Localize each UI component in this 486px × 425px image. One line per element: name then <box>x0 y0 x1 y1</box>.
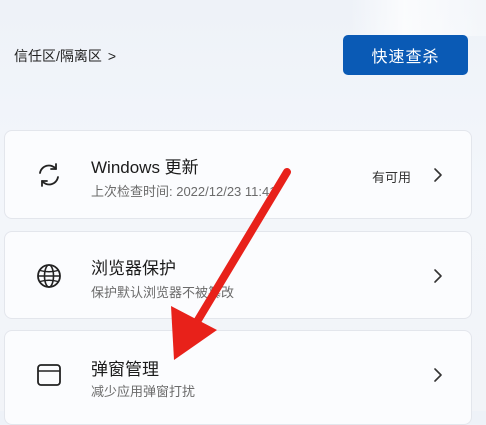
card-title: 弹窗管理 <box>91 360 159 379</box>
breadcrumb-label: 信任区/隔离区 <box>14 48 102 64</box>
chevron-right-icon: > <box>107 48 117 64</box>
globe-icon <box>37 264 61 288</box>
header-highlight <box>350 0 486 36</box>
card-subtitle: 上次检查时间: 2022/12/23 11:41 <box>91 184 277 199</box>
breadcrumb[interactable]: 信任区/隔离区 > <box>14 46 116 66</box>
chevron-right-icon <box>434 368 442 382</box>
card-subtitle: 保护默认浏览器不被篡改 <box>91 285 235 300</box>
quick-scan-button[interactable]: 快速查杀 <box>343 35 468 75</box>
refresh-icon <box>39 163 59 187</box>
card-title: 浏览器保护 <box>91 259 176 278</box>
browser-protection-card[interactable]: 浏览器保护 保护默认浏览器不被篡改 <box>4 231 472 319</box>
card-title: Windows 更新 <box>91 158 199 177</box>
chevron-right-icon <box>434 269 442 283</box>
windows-update-card[interactable]: Windows 更新 上次检查时间: 2022/12/23 11:41 有可用 <box>4 130 472 219</box>
card-subtitle: 减少应用弹窗打扰 <box>91 384 196 399</box>
chevron-right-icon <box>434 168 442 182</box>
update-status: 有可用 <box>371 170 411 185</box>
window-icon <box>37 364 61 386</box>
